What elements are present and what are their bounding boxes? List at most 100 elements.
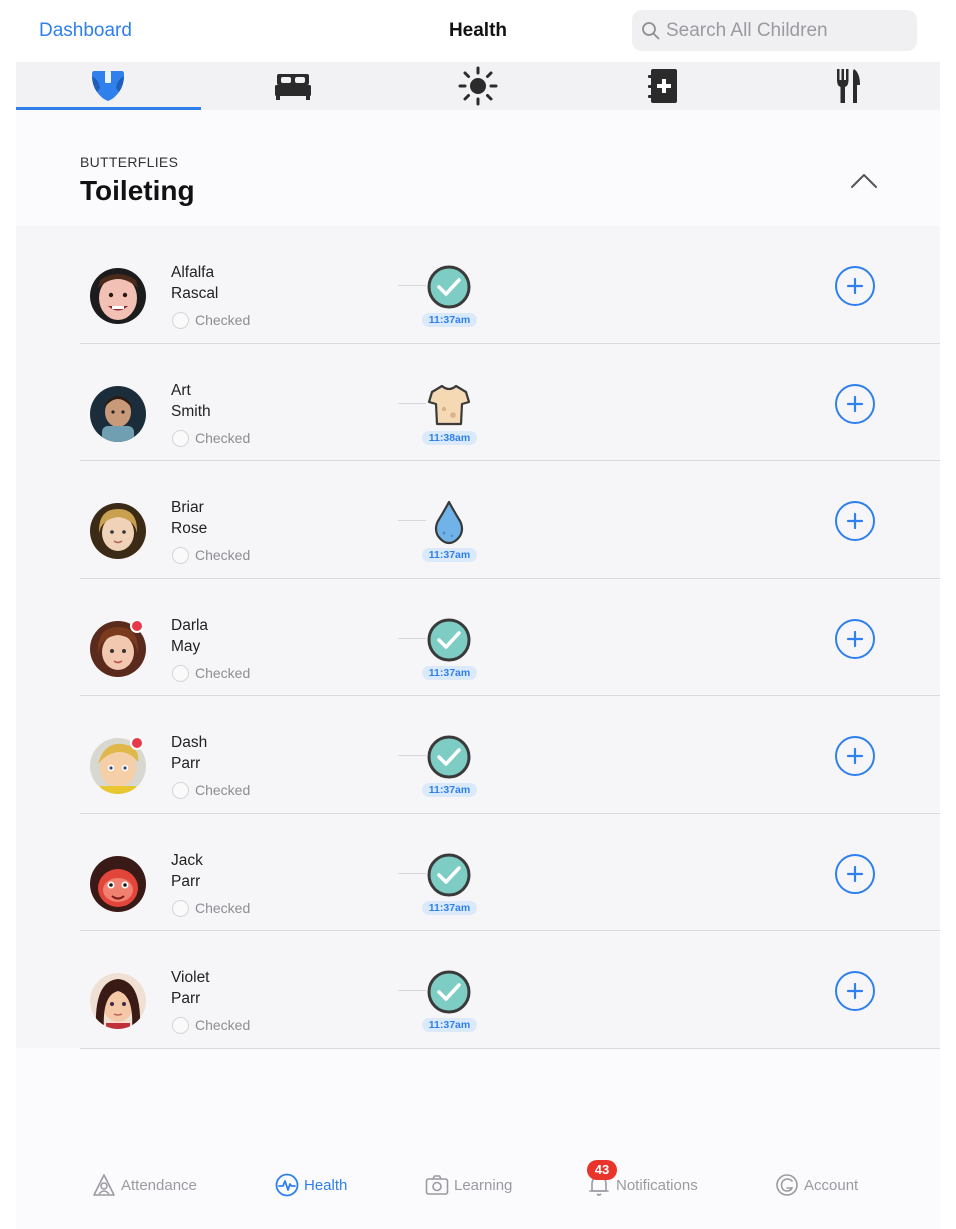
checked-label: Checked: [195, 899, 251, 916]
tab-toileting[interactable]: [16, 62, 201, 110]
child-last-name: Parr: [171, 755, 201, 772]
bottom-tab-bar: Attendance Health Learning Notifications…: [16, 1160, 940, 1210]
navigation-bar: Dashboard Health: [16, 0, 940, 62]
checkmark-icon[interactable]: [426, 969, 472, 1015]
tab-account[interactable]: Account: [775, 1160, 858, 1210]
avatar: [90, 385, 146, 442]
child-first-name: Dash: [171, 734, 208, 751]
health-screen: Dashboard Health Search All Children BUT…: [16, 0, 940, 1229]
checkmark-icon[interactable]: [426, 852, 472, 898]
list-item[interactable]: Briar Rose Checked 11:37am: [16, 461, 940, 579]
list-item[interactable]: Darla May Checked 11:37am: [16, 579, 940, 696]
tab-medical[interactable]: [570, 62, 755, 110]
section-title: Toileting: [80, 175, 195, 206]
event-time-badge: 11:38am: [422, 430, 477, 445]
event-time-badge: 11:37am: [422, 783, 477, 797]
add-event-button[interactable]: [834, 853, 876, 895]
event-time-badge: 11:37am: [422, 900, 477, 915]
checked-toggle[interactable]: [172, 899, 189, 917]
checkmark-icon[interactable]: [426, 617, 472, 663]
add-event-button[interactable]: [834, 500, 876, 542]
attendance-icon: [93, 1174, 115, 1196]
tab-attendance[interactable]: Attendance: [92, 1160, 197, 1210]
tab-sunscreen[interactable]: [386, 62, 571, 110]
event-time-badge: 11:37am: [422, 548, 477, 562]
list-item[interactable]: Art Smith Checked 11:38am: [16, 344, 940, 461]
favorite-heart-icon: [130, 618, 144, 633]
list-item[interactable]: Jack Parr Checked 11:37am: [16, 814, 940, 931]
checkmark-icon[interactable]: [426, 734, 472, 780]
category-tabs: [16, 62, 940, 110]
shirt-icon[interactable]: [426, 382, 472, 428]
search-icon: [642, 22, 660, 40]
list-item[interactable]: Alfalfa Rascal Checked 11:37am: [16, 226, 940, 344]
chevron-up-icon[interactable]: [848, 168, 880, 194]
tab-meals[interactable]: [755, 62, 940, 110]
child-first-name: Jack: [171, 851, 203, 869]
favorite-heart-icon: [130, 736, 144, 750]
tab-health[interactable]: Health: [275, 1160, 347, 1210]
children-list: Alfalfa Rascal Checked 11:37am Art Smith…: [16, 226, 940, 1049]
checked-toggle[interactable]: [172, 664, 189, 682]
checked-label: Checked: [195, 664, 251, 681]
timeline-connector: [398, 872, 426, 874]
diaper-icon: [92, 71, 125, 101]
checked-toggle[interactable]: [172, 547, 189, 564]
child-last-name: Smith: [171, 402, 211, 420]
notification-count-badge: 43: [587, 1160, 617, 1180]
droplet-icon[interactable]: [426, 499, 472, 545]
camera-icon: [425, 1175, 449, 1195]
child-last-name: Parr: [171, 990, 201, 1007]
avatar: [90, 973, 146, 1029]
group-label: BUTTERFLIES: [80, 154, 179, 170]
add-event-button[interactable]: [834, 383, 876, 425]
tab-learning[interactable]: Learning: [425, 1160, 512, 1210]
child-last-name: Rose: [171, 520, 208, 537]
checked-label: Checked: [195, 312, 251, 328]
timeline-connector: [398, 990, 426, 991]
event-time-badge: 11:37am: [422, 1018, 477, 1032]
tab-health-label: Health: [304, 1176, 348, 1194]
sun-icon: [458, 66, 498, 106]
row-divider: [80, 1047, 940, 1049]
tab-sleep[interactable]: [201, 62, 386, 110]
fork-knife-icon: [836, 69, 860, 103]
list-item[interactable]: Dash Parr Checked 11:37am: [16, 696, 940, 814]
search-input[interactable]: [666, 10, 911, 51]
timeline-connector: [398, 402, 426, 404]
tab-notifications-label: Notifications: [616, 1176, 698, 1194]
child-last-name: Parr: [171, 872, 201, 890]
timeline-connector: [398, 285, 426, 286]
child-first-name: Art: [171, 381, 191, 399]
timeline-connector: [398, 755, 426, 756]
tab-account-label: Account: [804, 1176, 859, 1194]
child-first-name: Alfalfa: [171, 264, 215, 281]
event-time-badge: 11:37am: [422, 313, 477, 327]
bed-icon: [275, 74, 312, 100]
tab-attendance-label: Attendance: [121, 1176, 197, 1194]
add-event-button[interactable]: [834, 618, 876, 660]
health-icon: [275, 1173, 299, 1197]
checked-toggle[interactable]: [172, 312, 189, 329]
checked-toggle[interactable]: [172, 782, 189, 799]
tab-learning-label: Learning: [454, 1176, 513, 1194]
checked-toggle[interactable]: [172, 429, 189, 447]
search-field[interactable]: [632, 10, 917, 51]
checked-label: Checked: [195, 429, 251, 446]
avatar: [90, 268, 146, 324]
event-time-badge: 11:37am: [422, 665, 477, 680]
child-first-name: Violet: [171, 969, 210, 986]
avatar: [90, 503, 146, 559]
child-first-name: Briar: [171, 499, 204, 516]
add-event-button[interactable]: [834, 735, 876, 777]
child-first-name: Darla: [171, 616, 209, 634]
child-last-name: Rascal: [171, 285, 219, 302]
list-item[interactable]: Violet Parr Checked 11:37am: [16, 931, 940, 1049]
checked-label: Checked: [195, 1017, 251, 1033]
checked-toggle[interactable]: [172, 1017, 189, 1034]
checked-label: Checked: [195, 547, 251, 563]
medical-notebook-icon: [647, 69, 677, 103]
add-event-button[interactable]: [834, 970, 876, 1012]
checkmark-icon[interactable]: [426, 264, 472, 310]
add-event-button[interactable]: [834, 265, 876, 307]
